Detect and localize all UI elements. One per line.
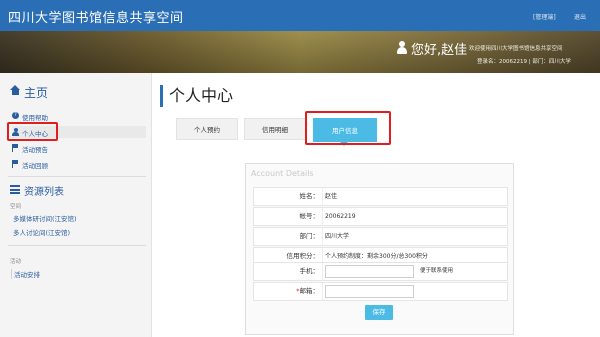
- sidebar-item-label: 活动回顾: [22, 162, 48, 170]
- account-details-panel: Account Details 姓名： 赵佳 帐号： 20062219 部门： …: [245, 163, 514, 335]
- top-navbar: 四川大学图书馆信息共享空间 [管理端] 退出: [0, 0, 600, 31]
- sidebar-resource-title: 资源列表: [10, 183, 64, 198]
- space-link-multimedia[interactable]: 多媒体研讨间(江安馆): [13, 213, 77, 223]
- home-icon: [10, 85, 21, 96]
- row-separator: [322, 283, 323, 300]
- page-title: 个人中心: [160, 85, 233, 107]
- activity-link-schedule[interactable]: 活动安排: [11, 269, 40, 279]
- greeting-text: 您好,赵佳: [411, 43, 468, 58]
- site-title[interactable]: 四川大学图书馆信息共享空间: [8, 7, 184, 26]
- email-label: 邮箱：: [299, 287, 320, 295]
- flag-icon: [12, 160, 18, 168]
- sidebar-highlight-box: [7, 122, 58, 141]
- row-separator: [322, 263, 323, 280]
- tab-personal-reservation[interactable]: 个人预约: [176, 118, 238, 140]
- space-section-label: 空间: [10, 204, 22, 210]
- list-icon: [10, 185, 20, 194]
- row-separator: [322, 228, 323, 245]
- logout-link[interactable]: 退出: [574, 12, 586, 21]
- resource-title-label: 资源列表: [24, 187, 64, 198]
- sidebar-divider: [8, 176, 146, 177]
- banner-shade: [0, 31, 600, 73]
- sidebar-item-label: 使用帮助: [22, 114, 48, 122]
- tab-credit-details[interactable]: 信用明细: [244, 118, 306, 140]
- sidebar-item-activity-review[interactable]: 活动回顾: [12, 158, 146, 170]
- home-title-label: 主页: [24, 86, 49, 100]
- account-row-phone: 手机： 便于联系使用: [253, 262, 508, 281]
- field-value: 20062219: [325, 213, 356, 220]
- account-row-email: *邮箱：: [253, 282, 508, 301]
- row-separator: [322, 188, 323, 205]
- field-value: 赵佳: [325, 193, 338, 200]
- help-icon: ?: [12, 112, 19, 119]
- field-label: 帐号：: [299, 212, 320, 220]
- tab-highlight-box: [305, 111, 391, 145]
- sidebar-item-help[interactable]: ? 使用帮助: [12, 110, 146, 122]
- field-label: 姓名：: [299, 192, 320, 200]
- phone-input[interactable]: [325, 265, 414, 278]
- email-input[interactable]: [325, 285, 414, 298]
- flag-icon: [12, 144, 18, 152]
- save-button[interactable]: 保存: [365, 305, 393, 320]
- field-value: 四川大学: [325, 233, 350, 240]
- panel-title: Account Details: [251, 169, 314, 178]
- field-label: 部门：: [299, 232, 320, 240]
- banner: 您好,赵佳 欢迎使用四川大学图书馆信息共享空间: [0, 31, 600, 73]
- account-row-department: 部门： 四川大学: [253, 227, 508, 246]
- activity-section-label: 活动: [10, 259, 22, 265]
- welcome-text: 欢迎使用四川大学图书馆信息共享空间: [469, 46, 563, 52]
- row-separator: [322, 208, 323, 225]
- phone-hint: 便于联系使用: [420, 268, 454, 274]
- login-info: 登录名：20062219 | 部门：四川大学: [477, 59, 571, 65]
- sidebar-home-title[interactable]: 主页: [10, 84, 48, 101]
- space-link-discussion[interactable]: 多人讨论间(江安馆): [13, 227, 70, 237]
- sidebar-item-label: 活动预告: [22, 146, 48, 154]
- sidebar-divider: [8, 245, 146, 246]
- account-row-name: 姓名： 赵佳: [253, 187, 508, 206]
- email-label-wrap: *邮箱：: [254, 283, 319, 300]
- sidebar: 主页 ? 使用帮助 个人中心 活动预告 活动回顾 资源列表 空间 多媒体研讨间(…: [0, 73, 152, 337]
- phone-label: 手机：: [299, 267, 320, 275]
- sidebar-item-activity-preview[interactable]: 活动预告: [12, 142, 146, 154]
- user-icon: [396, 41, 408, 54]
- admin-link[interactable]: [管理端]: [533, 12, 556, 21]
- account-row-id: 帐号： 20062219: [253, 207, 508, 226]
